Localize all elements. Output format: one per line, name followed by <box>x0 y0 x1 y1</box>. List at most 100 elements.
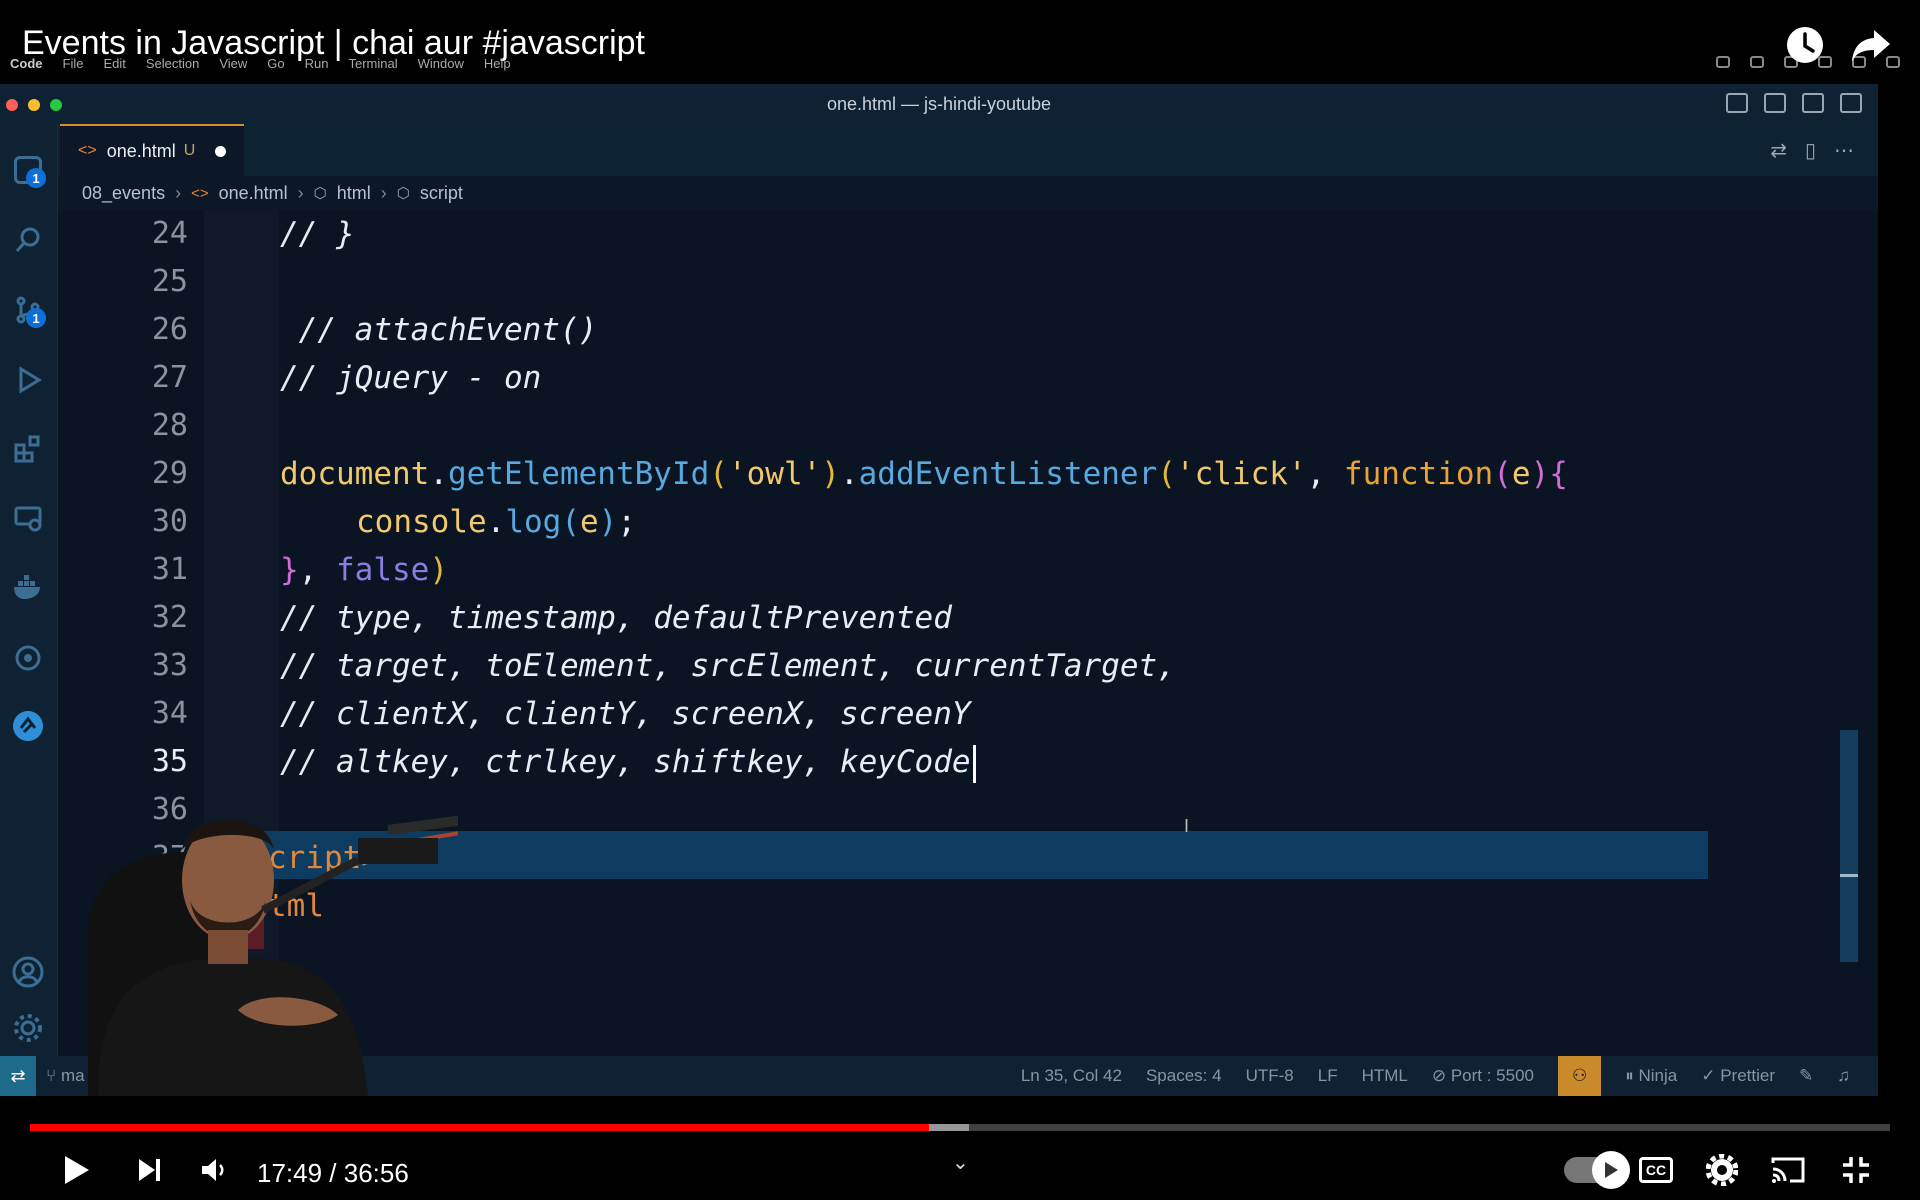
mac-menu-item: Run <box>304 56 329 71</box>
explorer-icon[interactable]: 1 <box>10 152 46 188</box>
mac-menu-item: Edit <box>103 56 126 71</box>
layout-controls <box>1726 93 1862 113</box>
prettier-status[interactable]: ✓ Prettier <box>1701 1066 1775 1096</box>
account-icon[interactable] <box>10 954 46 990</box>
mac-menu-bar: Code File Edit Selection View Go Run Ter… <box>10 56 511 71</box>
cast-button[interactable] <box>1764 1146 1812 1194</box>
open-changes-icon[interactable]: ⇄ <box>1770 138 1787 163</box>
live-share-icon[interactable] <box>10 708 46 744</box>
exit-fullscreen-icon <box>1843 1157 1869 1183</box>
subtitles-button[interactable]: CC <box>1632 1146 1680 1194</box>
search-icon[interactable] <box>10 222 46 258</box>
code-line: 32 // type, timestamp, defaultPrevented <box>58 594 1878 642</box>
chevron-right-icon: › <box>175 182 182 203</box>
source-control-badge: 1 <box>26 308 46 328</box>
scrollbar-cursor-marker <box>1840 874 1858 877</box>
window-titlebar: one.html — js-hindi-youtube <box>0 84 1878 124</box>
mac-menu-item: Help <box>483 56 511 71</box>
code-text: // attachEvent() <box>280 312 598 348</box>
next-icon <box>139 1159 160 1181</box>
more-actions-icon[interactable]: ⋯ <box>1834 138 1854 163</box>
close-window-button[interactable] <box>6 99 18 111</box>
settings-gear-icon[interactable] <box>10 1010 46 1046</box>
copilot-icon[interactable]: ⚇ <box>1558 1056 1602 1096</box>
breadcrumb: 08_events › <> one.html › ⬡ html › ⬡ scr… <box>58 176 1878 210</box>
exit-fullscreen-button[interactable] <box>1832 1146 1880 1194</box>
mute-button[interactable] <box>190 1146 238 1194</box>
code-text: // } <box>280 216 355 252</box>
explorer-badge: 1 <box>26 168 46 188</box>
untracked-status: U <box>183 142 196 159</box>
live-server-port[interactable]: ⊘ Port : 5500 <box>1432 1066 1534 1096</box>
line-number: 26 <box>151 312 188 347</box>
breadcrumb-script[interactable]: script <box>420 183 463 204</box>
breadcrumb-folder[interactable]: 08_events <box>82 183 165 204</box>
cursor-position[interactable]: Ln 35, Col 42 <box>1021 1066 1122 1096</box>
gitlens-icon[interactable] <box>10 640 46 676</box>
maximize-window-button[interactable] <box>50 99 62 111</box>
element-cube-icon: ⬡ <box>313 185 327 202</box>
toggle-primary-sidebar-icon[interactable] <box>1726 93 1748 113</box>
language-mode[interactable]: HTML <box>1362 1066 1408 1096</box>
share-arrow-icon <box>1852 30 1890 62</box>
cast-icon <box>1771 1157 1805 1183</box>
play-icon <box>65 1156 89 1184</box>
code-line: 33 // target, toElement, srcElement, cur… <box>58 642 1878 690</box>
chevron-right-icon: › <box>297 182 304 203</box>
extensions-icon[interactable] <box>10 430 46 466</box>
video-progress-bar[interactable] <box>30 1124 1890 1131</box>
source-control-icon[interactable]: 1 <box>10 292 46 328</box>
customize-layout-icon[interactable] <box>1840 93 1862 113</box>
breadcrumb-html[interactable]: html <box>337 183 371 204</box>
ninja-icon: ⏸ <box>1625 1066 1639 1085</box>
docker-icon[interactable] <box>10 570 46 606</box>
next-button[interactable] <box>126 1146 174 1194</box>
watch-later-button[interactable] <box>1782 22 1828 68</box>
code-line: 24 // } <box>58 210 1878 258</box>
editor-scrollbar-thumb[interactable] <box>1840 730 1858 962</box>
settings-button[interactable] <box>1698 1146 1746 1194</box>
mac-menu-item: Code <box>10 56 43 71</box>
breadcrumb-file[interactable]: one.html <box>219 183 288 204</box>
text-cursor <box>972 744 976 783</box>
line-ending[interactable]: LF <box>1318 1066 1338 1096</box>
tab-one-html[interactable]: <> one.html U <box>60 124 244 176</box>
toggle-secondary-sidebar-icon[interactable] <box>1802 93 1824 113</box>
remote-explorer-icon[interactable] <box>10 500 46 536</box>
feedback-icon[interactable]: ✎ <box>1799 1066 1813 1096</box>
code-text: // target, toElement, srcElement, curren… <box>280 648 1176 684</box>
line-number: 30 <box>151 504 188 539</box>
line-number: 32 <box>151 600 188 635</box>
line-number: 28 <box>151 408 188 443</box>
code-line: 27 // jQuery - on <box>58 354 1878 402</box>
remote-indicator-icon[interactable]: ⇄ <box>0 1056 36 1096</box>
split-editor-icon[interactable]: ▯ <box>1805 138 1816 163</box>
cc-icon: CC <box>1639 1157 1673 1183</box>
play-button[interactable] <box>52 1146 100 1194</box>
code-text: document.getElementById('owl').addEventL… <box>280 456 1568 492</box>
toggle-panel-icon[interactable] <box>1764 93 1786 113</box>
line-number: 27 <box>151 360 188 395</box>
file-encoding[interactable]: UTF-8 <box>1246 1066 1294 1096</box>
element-cube-icon: ⬡ <box>396 185 410 202</box>
activity-bar: 1 1 <box>0 124 58 1056</box>
unsaved-dot-icon[interactable] <box>215 145 227 157</box>
tray-icon <box>1750 56 1764 68</box>
code-line: 30 console.log(e); <box>58 498 1878 546</box>
line-number: 29 <box>151 456 188 491</box>
html-file-icon: <> <box>191 184 209 202</box>
run-debug-icon[interactable] <box>10 362 46 398</box>
autoplay-toggle[interactable] <box>1560 1146 1630 1194</box>
notifications-bell-icon[interactable]: ♫ <box>1837 1066 1850 1096</box>
volume-icon <box>202 1159 224 1181</box>
line-number: 34 <box>151 696 188 731</box>
port-icon: ⊘ <box>1431 1066 1451 1085</box>
code-line: 26 // attachEvent() <box>58 306 1878 354</box>
minimize-window-button[interactable] <box>28 99 40 111</box>
line-number: 31 <box>151 552 188 587</box>
share-button[interactable] <box>1848 22 1894 68</box>
indentation[interactable]: Spaces: 4 <box>1146 1066 1222 1096</box>
clock-icon <box>1787 27 1823 63</box>
ninja-status[interactable]: ⏸ Ninja <box>1625 1066 1677 1096</box>
chapters-chevron-icon[interactable]: ⌄ <box>952 1150 969 1175</box>
